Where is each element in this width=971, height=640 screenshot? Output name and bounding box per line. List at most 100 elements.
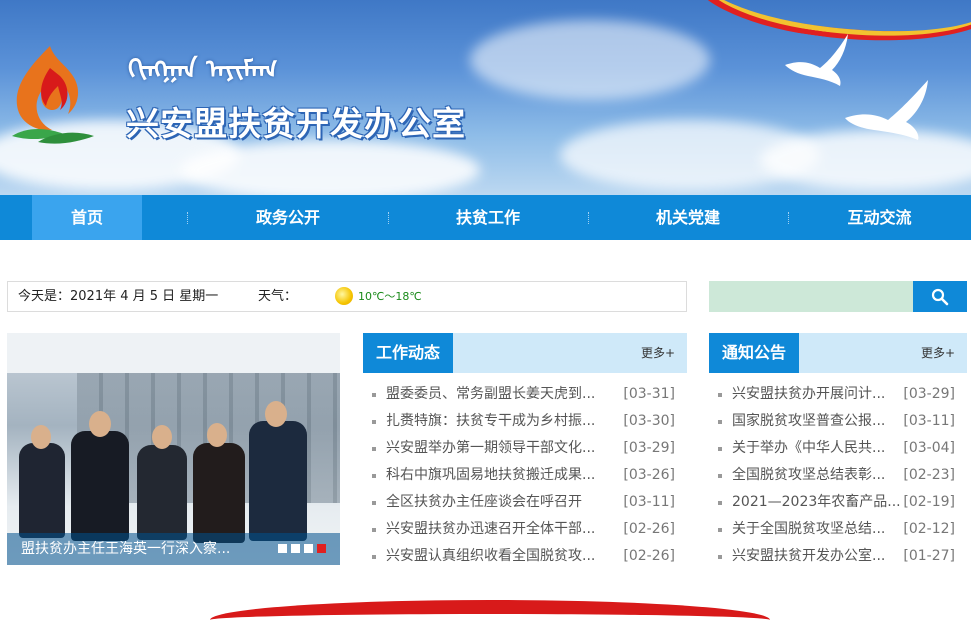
cloud-decoration	[470, 20, 710, 100]
list-item[interactable]: 兴安盟扶贫办迅速召开全体干部... [02-26]	[363, 516, 687, 543]
nav-item-interaction[interactable]: 互动交流	[788, 195, 971, 240]
item-title[interactable]: 全国脱贫攻坚总结表彰...	[732, 462, 885, 489]
current-date: 今天是：2021年 4 月 5 日 星期一	[18, 289, 219, 304]
bullet-icon	[718, 501, 722, 505]
item-title[interactable]: 科右中旗巩固易地扶贫搬迁成果...	[386, 462, 595, 489]
item-date: [02-26]	[623, 521, 675, 537]
nav-item-home[interactable]: 首页	[32, 195, 142, 240]
item-date: [02-23]	[903, 467, 955, 483]
list-item[interactable]: 关于举办《中华人民共... [03-04]	[709, 435, 967, 462]
item-date: [03-31]	[623, 386, 675, 402]
item-date: [03-11]	[623, 494, 675, 510]
item-date: [03-29]	[623, 440, 675, 456]
list-item[interactable]: 2021—2023年农畜产品... [02-19]	[709, 489, 967, 516]
item-date: [02-12]	[903, 521, 955, 537]
slideshow-pagination	[278, 544, 326, 553]
search-icon	[931, 288, 949, 305]
list-item[interactable]: 扎赉特旗：扶贫专干成为乡村振... [03-30]	[363, 408, 687, 435]
nav-item-government-affairs[interactable]: 政务公开	[188, 195, 388, 240]
date-weather-bar: 今天是：2021年 4 月 5 日 星期一 天气： 10℃～18℃	[7, 281, 687, 312]
nav-item-party-building[interactable]: 机关党建	[588, 195, 788, 240]
person-figure	[71, 431, 129, 541]
item-title[interactable]: 兴安盟扶贫办开展问计...	[732, 381, 885, 408]
cloud-decoration	[180, 140, 480, 195]
person-figure	[137, 445, 187, 540]
mongolian-title: ᠬᠢᠩᠭᠠᠨ ᠠᠶᠢᠮᠠᠭ	[128, 55, 278, 85]
bullet-icon	[718, 528, 722, 532]
notice-list: 兴安盟扶贫办开展问计... [03-29] 国家脱贫攻坚普查公报... [03-11]…	[709, 373, 967, 570]
slide-dot-1[interactable]	[278, 544, 287, 553]
bullet-icon	[718, 447, 722, 451]
bullet-icon	[718, 555, 722, 559]
item-title[interactable]: 兴安盟扶贫办迅速召开全体干部...	[386, 516, 595, 543]
bullet-icon	[372, 501, 376, 505]
bullet-icon	[372, 555, 376, 559]
list-item[interactable]: 兴安盟举办第一期领导干部文化... [03-29]	[363, 435, 687, 462]
panel-header: 通知公告 更多+	[709, 333, 967, 373]
bullet-icon	[718, 393, 722, 397]
search-input[interactable]	[709, 281, 913, 312]
more-link[interactable]: 更多+	[921, 333, 955, 373]
person-figure	[249, 421, 307, 541]
nav-item-poverty-alleviation[interactable]: 扶贫工作	[388, 195, 588, 240]
header-banner: ᠬᠢᠩᠭᠠᠨ ᠠᠶᠢᠮᠠᠭ 兴安盟扶贫开发办公室	[0, 0, 971, 195]
item-date: [03-04]	[903, 440, 955, 456]
item-date: [03-29]	[903, 386, 955, 402]
bullet-icon	[372, 393, 376, 397]
item-date: [03-30]	[623, 413, 675, 429]
slide-dot-2[interactable]	[291, 544, 300, 553]
list-item[interactable]: 全国脱贫攻坚总结表彰... [02-23]	[709, 462, 967, 489]
list-item[interactable]: 兴安盟扶贫办开展问计... [03-29]	[709, 381, 967, 408]
item-title[interactable]: 关于全国脱贫攻坚总结...	[732, 516, 885, 543]
item-title[interactable]: 2021—2023年农畜产品...	[732, 489, 901, 516]
item-title[interactable]: 全区扶贫办主任座谈会在呼召开	[386, 489, 582, 516]
search-box	[709, 281, 967, 312]
slide-dot-4[interactable]	[317, 544, 326, 553]
item-date: [03-26]	[623, 467, 675, 483]
bullet-icon	[372, 420, 376, 424]
item-title[interactable]: 兴安盟扶贫开发办公室...	[732, 543, 885, 570]
search-button[interactable]	[913, 281, 967, 312]
bullet-icon	[372, 474, 376, 478]
bullet-icon	[718, 420, 722, 424]
panel-header: 工作动态 更多+	[363, 333, 687, 373]
weather-label: 天气：	[258, 289, 298, 304]
list-item[interactable]: 科右中旗巩固易地扶贫搬迁成果... [03-26]	[363, 462, 687, 489]
site-title: 兴安盟扶贫开发办公室	[126, 104, 466, 143]
item-title[interactable]: 盟委委员、常务副盟长姜天虎到...	[386, 381, 595, 408]
item-date: [03-11]	[903, 413, 955, 429]
footer-ribbon-decoration	[210, 600, 770, 640]
list-item[interactable]: 全区扶贫办主任座谈会在呼召开 [03-11]	[363, 489, 687, 516]
panel-title[interactable]: 工作动态	[363, 333, 454, 373]
list-item[interactable]: 关于全国脱贫攻坚总结... [02-12]	[709, 516, 967, 543]
slide-dot-3[interactable]	[304, 544, 313, 553]
item-date: [02-19]	[903, 494, 955, 510]
item-title[interactable]: 国家脱贫攻坚普查公报...	[732, 408, 885, 435]
news-list: 盟委委员、常务副盟长姜天虎到... [03-31] 扎赉特旗：扶贫专干成为乡村振..…	[363, 373, 687, 570]
item-title[interactable]: 关于举办《中华人民共...	[732, 435, 885, 462]
temperature: 10℃～18℃	[358, 290, 422, 303]
main-nav: 首页 政务公开 扶贫工作 机关党建 互动交流	[0, 195, 971, 240]
item-title[interactable]: 兴安盟认真组织收看全国脱贫攻...	[386, 543, 595, 570]
bullet-icon	[718, 474, 722, 478]
notices-panel: 通知公告 更多+ 兴安盟扶贫办开展问计... [03-29] 国家脱贫攻坚普查公报.…	[709, 333, 967, 573]
bullet-icon	[372, 447, 376, 451]
flame-logo-icon	[12, 46, 94, 144]
sun-icon	[335, 287, 353, 305]
item-title[interactable]: 兴安盟举办第一期领导干部文化...	[386, 435, 595, 462]
item-date: [01-27]	[903, 548, 955, 564]
panel-title[interactable]: 通知公告	[709, 333, 800, 373]
dove-icon	[845, 80, 928, 140]
bullet-icon	[372, 528, 376, 532]
list-item[interactable]: 国家脱贫攻坚普查公报... [03-11]	[709, 408, 967, 435]
list-item[interactable]: 兴安盟扶贫开发办公室... [01-27]	[709, 543, 967, 570]
item-date: [02-26]	[623, 548, 675, 564]
item-title[interactable]: 扎赉特旗：扶贫专干成为乡村振...	[386, 408, 595, 435]
person-figure	[19, 443, 65, 538]
more-link[interactable]: 更多+	[641, 333, 675, 373]
person-figure	[193, 443, 245, 543]
work-news-panel: 工作动态 更多+ 盟委委员、常务副盟长姜天虎到... [03-31] 扎赉特旗：扶贫…	[363, 333, 687, 573]
list-item[interactable]: 兴安盟认真组织收看全国脱贫攻... [02-26]	[363, 543, 687, 570]
news-slideshow[interactable]: 盟扶贫办主任王海英一行深入察...	[7, 333, 340, 565]
list-item[interactable]: 盟委委员、常务副盟长姜天虎到... [03-31]	[363, 381, 687, 408]
